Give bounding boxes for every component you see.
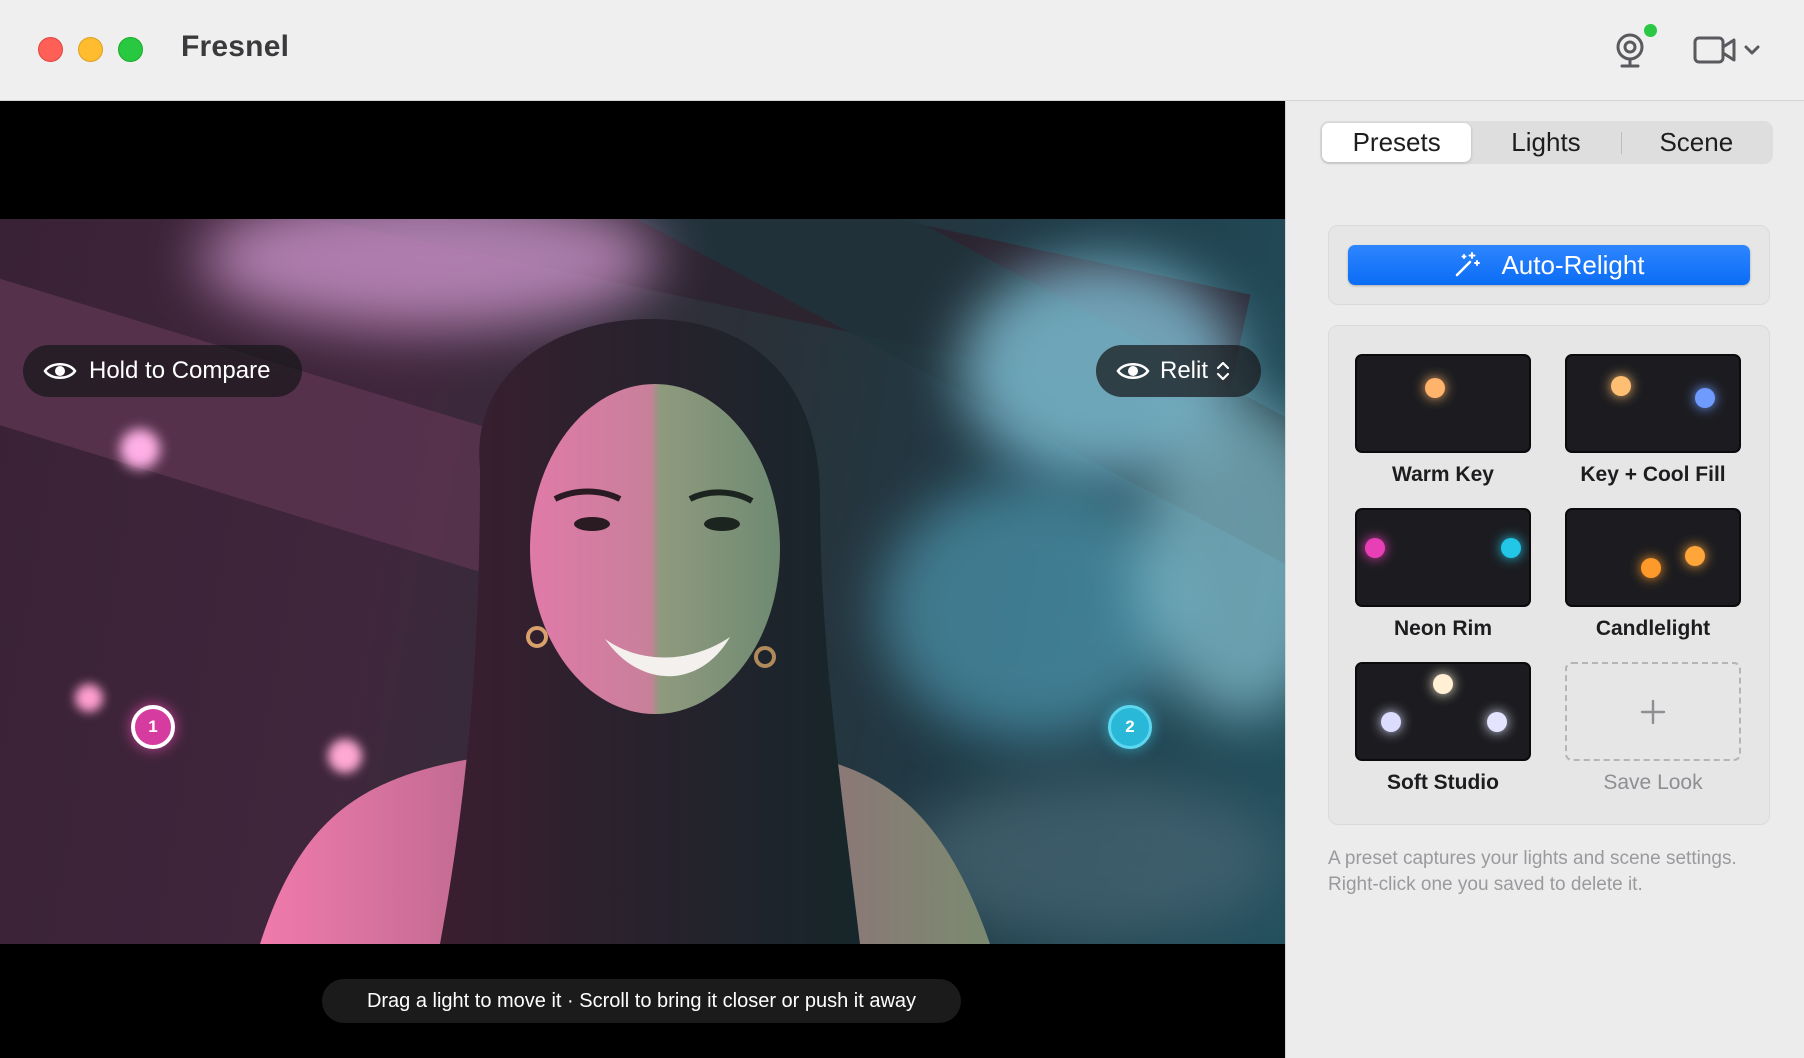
relit-camera-frame[interactable]: 1 2 xyxy=(0,219,1285,944)
preset-thumbnail xyxy=(1355,354,1531,453)
save-look-label: Save Look xyxy=(1603,771,1703,794)
preset-label: Soft Studio xyxy=(1387,771,1499,794)
presets-grid: Warm Key Key + Cool Fill Neon Rim Candle… xyxy=(1328,325,1770,825)
tab-presets[interactable]: Presets xyxy=(1322,123,1472,162)
light-dot xyxy=(1685,546,1705,566)
magic-wand-icon xyxy=(1456,252,1481,277)
preset-thumbnail xyxy=(1565,354,1741,453)
light-handle-2[interactable]: 2 xyxy=(1108,705,1152,749)
preset-label: Key + Cool Fill xyxy=(1580,463,1726,486)
chevron-down-icon xyxy=(1744,45,1760,55)
inspector-sidebar: Presets Lights Scene Auto-Relight Warm K… xyxy=(1285,101,1804,1058)
preset-soft-studio[interactable]: Soft Studio xyxy=(1355,662,1531,795)
preset-thumbnail xyxy=(1565,508,1741,607)
preset-label: Warm Key xyxy=(1392,463,1494,486)
interaction-hint: Drag a light to move it · Scroll to brin… xyxy=(322,979,961,1023)
webcam-status-dot xyxy=(1644,24,1657,37)
view-mode-label: Relit xyxy=(1160,357,1209,384)
subject-person xyxy=(260,319,990,944)
light-dot xyxy=(1611,376,1631,396)
light-dot xyxy=(1641,558,1661,578)
camera-menu-button[interactable] xyxy=(1692,30,1762,70)
save-look-tile xyxy=(1565,662,1741,761)
preset-label: Neon Rim xyxy=(1393,617,1492,640)
eye-icon xyxy=(1116,363,1150,379)
title-bar: Fresnel xyxy=(0,0,1804,101)
save-look-button[interactable]: Save Look xyxy=(1565,662,1741,795)
hold-to-compare-button[interactable]: Hold to Compare xyxy=(23,345,302,397)
close-window-button[interactable] xyxy=(38,37,63,62)
light-dot xyxy=(1381,712,1401,732)
sidebar-tabs: Presets Lights Scene xyxy=(1320,121,1773,164)
minimize-window-button[interactable] xyxy=(78,37,103,62)
preset-label: Candlelight xyxy=(1595,617,1711,640)
preset-key-cool-fill[interactable]: Key + Cool Fill xyxy=(1565,354,1741,487)
preset-thumbnail xyxy=(1355,662,1531,761)
up-down-chevron-icon xyxy=(1216,361,1230,381)
plus-icon xyxy=(1640,699,1666,724)
preset-thumbnail xyxy=(1355,508,1531,607)
auto-relight-card: Auto-Relight xyxy=(1328,225,1770,305)
view-mode-selector[interactable]: Relit xyxy=(1096,345,1261,397)
video-camera-icon xyxy=(1693,36,1736,64)
app-title: Fresnel xyxy=(181,30,290,63)
video-preview[interactable]: 1 2 Hold to Compare Relit Drag a light t… xyxy=(0,101,1285,1058)
eye-icon xyxy=(43,363,77,379)
light-dot xyxy=(1487,712,1507,732)
tab-lights[interactable]: Lights xyxy=(1471,123,1620,162)
light-dot xyxy=(1425,378,1445,398)
zoom-window-button[interactable] xyxy=(118,37,143,62)
tab-scene[interactable]: Scene xyxy=(1622,123,1771,162)
auto-relight-button[interactable]: Auto-Relight xyxy=(1348,245,1750,285)
preset-warm-key[interactable]: Warm Key xyxy=(1355,354,1531,487)
compare-label: Hold to Compare xyxy=(89,357,271,384)
light-handle-1[interactable]: 1 xyxy=(131,705,175,749)
preset-candlelight[interactable]: Candlelight xyxy=(1565,508,1741,641)
light-dot xyxy=(1433,674,1453,694)
light-dot xyxy=(1695,388,1715,408)
light-dot xyxy=(1365,538,1385,558)
preset-neon-rim[interactable]: Neon Rim xyxy=(1355,508,1531,641)
presets-help-text: A preset captures your lights and scene … xyxy=(1328,848,1737,895)
light-dot xyxy=(1501,538,1521,558)
auto-relight-label: Auto-Relight xyxy=(1501,249,1645,280)
